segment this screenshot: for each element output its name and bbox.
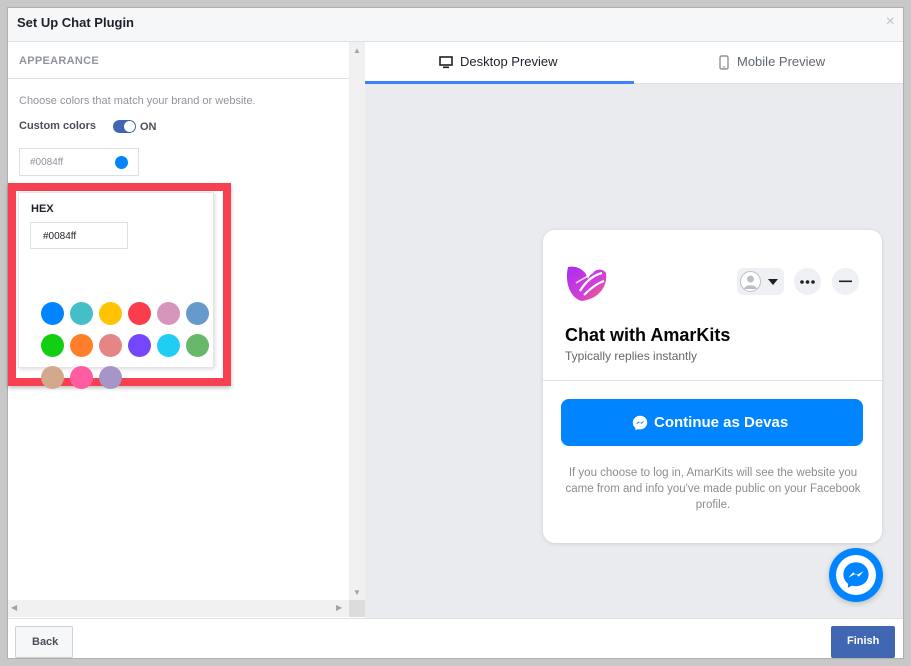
hex-label: HEX [31, 203, 54, 215]
color-swatch[interactable] [99, 334, 122, 357]
tab-mobile-preview[interactable]: Mobile Preview [634, 42, 903, 84]
appearance-pane: APPEARANCE Choose colors that match your… [8, 42, 365, 618]
color-picker-popover: HEX #0084ff [18, 192, 214, 389]
back-label: Back [32, 636, 59, 648]
section-header: APPEARANCE [8, 42, 349, 79]
toggle-knob [124, 121, 135, 132]
color-select-field[interactable]: #0084ff [19, 148, 139, 176]
color-swatch[interactable] [157, 334, 180, 357]
color-swatch[interactable] [70, 366, 93, 389]
hex-input[interactable]: #0084ff [30, 222, 128, 249]
desktop-icon [439, 56, 453, 69]
card-divider [543, 380, 882, 381]
scroll-up-icon[interactable]: ▲ [353, 46, 361, 55]
color-swatch[interactable] [41, 302, 64, 325]
dialog-titlebar: Set Up Chat Plugin × [8, 8, 903, 42]
minimize-button[interactable] [832, 268, 859, 295]
account-switcher-button[interactable] [737, 268, 784, 295]
finish-label: Finish [847, 635, 880, 647]
messenger-chat-button[interactable] [829, 548, 883, 602]
chat-preview-card: Chat with AmarKits Typically replies ins… [543, 230, 882, 543]
back-button[interactable]: Back [15, 626, 73, 658]
chat-plugin-dialog: Set Up Chat Plugin × APPEARANCE Choose c… [7, 7, 904, 659]
close-icon[interactable]: × [886, 14, 895, 30]
preview-tabs: Desktop Preview Mobile Preview [365, 42, 903, 84]
appearance-content: APPEARANCE Choose colors that match your… [8, 42, 349, 600]
color-swatch[interactable] [70, 334, 93, 357]
tab-mobile-label: Mobile Preview [737, 54, 826, 69]
scroll-right-icon[interactable]: ▶ [336, 603, 342, 612]
appearance-description: Choose colors that match your brand or w… [19, 95, 256, 107]
scroll-left-icon[interactable]: ◀ [11, 603, 17, 612]
avatar-icon [740, 271, 761, 292]
color-swatch[interactable] [128, 302, 151, 325]
more-icon [800, 280, 815, 284]
page-logo-icon [566, 266, 607, 301]
horizontal-scrollbar[interactable]: ◀ ▶ [8, 600, 349, 617]
color-swatch[interactable] [99, 302, 122, 325]
messenger-icon [632, 415, 648, 431]
vertical-scrollbar[interactable]: ▲ ▼ [349, 42, 365, 600]
mobile-icon [719, 55, 729, 70]
color-swatch[interactable] [186, 302, 209, 325]
toggle-state-label: ON [140, 121, 157, 133]
continue-label: Continue as Devas [654, 414, 789, 431]
color-swatch[interactable] [157, 302, 180, 325]
finish-button[interactable]: Finish [831, 626, 895, 658]
tab-desktop-preview[interactable]: Desktop Preview [365, 42, 634, 84]
color-swatch[interactable] [41, 334, 64, 357]
color-swatch[interactable] [186, 334, 209, 357]
continue-as-button[interactable]: Continue as Devas [561, 399, 863, 446]
messenger-icon [843, 562, 869, 588]
scroll-down-icon[interactable]: ▼ [353, 588, 361, 597]
dialog-title: Set Up Chat Plugin [17, 15, 134, 30]
section-title: APPEARANCE [19, 55, 100, 67]
scrollbar-corner [349, 600, 365, 617]
color-swatch[interactable] [70, 302, 93, 325]
chat-title: Chat with AmarKits [565, 325, 731, 345]
minimize-icon [839, 280, 852, 283]
login-notice: If you choose to log in, AmarKits will s… [565, 467, 861, 511]
chat-subtitle: Typically replies instantly [565, 349, 698, 363]
tab-desktop-label: Desktop Preview [460, 54, 558, 69]
fab-inner [836, 555, 876, 595]
custom-colors-label: Custom colors [19, 120, 97, 132]
color-field-value: #0084ff [30, 157, 64, 168]
preview-pane: Desktop Preview Mobile Preview Chat with… [365, 42, 903, 618]
dialog-footer: Back Finish [8, 618, 903, 658]
color-swatch[interactable] [41, 366, 64, 389]
color-preview-dot [115, 156, 128, 169]
custom-colors-toggle[interactable] [113, 120, 136, 133]
caret-down-icon [768, 279, 778, 285]
color-swatch[interactable] [128, 334, 151, 357]
more-options-button[interactable] [794, 268, 821, 295]
color-swatch[interactable] [99, 366, 122, 389]
